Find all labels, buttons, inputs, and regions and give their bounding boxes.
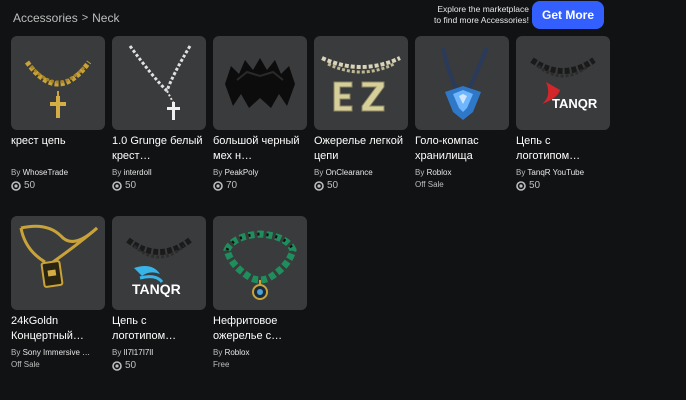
item-thumbnail[interactable]: TANQR [112, 216, 206, 310]
svg-text:TANQR: TANQR [552, 96, 598, 111]
item-creator: By interdoll [112, 167, 206, 178]
item-creator: By Roblox [213, 347, 307, 358]
item-card[interactable]: Нефритовое ожерелье с… By Roblox Free [213, 216, 307, 396]
item-thumbnail[interactable] [314, 36, 408, 130]
item-creator: By PeakPoly [213, 167, 307, 178]
item-price: 50 [314, 179, 408, 192]
price-value: 50 [24, 180, 36, 191]
by-label: By [213, 168, 223, 177]
item-card[interactable]: 1.0 Grunge белый крест… By interdoll 50 [112, 36, 206, 216]
item-name[interactable]: Ожерелье легкой цепи [314, 134, 408, 164]
item-name[interactable]: Цепь с логотипом… [112, 314, 206, 344]
item-card[interactable]: Ожерелье легкой цепи By OnClearance 50 [314, 36, 408, 216]
marketplace-promo-text: Explore the marketplace to find more Acc… [389, 4, 529, 26]
item-price: 50 [112, 179, 206, 192]
by-label: By [112, 168, 122, 177]
robux-icon [112, 180, 122, 191]
promo-line-1: Explore the marketplace [437, 4, 529, 14]
black-fur-collar-icon [225, 58, 295, 108]
item-card[interactable]: TANQR Цепь с логотипом… By lI7l17I7lI 50 [112, 216, 206, 396]
item-creator: By OnClearance [314, 167, 408, 178]
ez-chain-icon [321, 56, 401, 112]
silver-cross-chain-icon [128, 45, 192, 120]
creator-name[interactable]: Roblox [427, 168, 452, 177]
by-label: By [112, 348, 122, 357]
price-value: 50 [125, 180, 137, 191]
promo-line-2: to find more Accessories! [434, 15, 529, 25]
creator-name[interactable]: Roblox [225, 348, 250, 357]
item-price: 50 [516, 179, 610, 192]
price-value: 50 [327, 180, 339, 191]
item-creator: By Roblox [415, 167, 509, 178]
item-name[interactable]: Голо-компас хранилища [415, 134, 509, 164]
breadcrumb-accessories[interactable]: Accessories [13, 11, 78, 25]
item-price: 50 [112, 359, 206, 372]
gold-cross-chain-icon [24, 60, 92, 118]
free-label: Free [213, 360, 230, 369]
item-price: 70 [213, 179, 307, 192]
price-value: 50 [529, 180, 541, 191]
creator-name[interactable]: TanqR YouTube [527, 168, 584, 177]
item-card[interactable]: Голо-компас хранилища By Roblox Off Sale [415, 36, 509, 216]
robux-icon [112, 360, 122, 371]
holo-compass-icon [441, 47, 489, 120]
breadcrumb-neck: Neck [92, 11, 120, 25]
creator-name[interactable]: lI7l17I7lI [124, 348, 154, 357]
off-sale-label: Off Sale [11, 360, 40, 369]
item-thumbnail[interactable] [415, 36, 509, 130]
item-thumbnail[interactable]: TANQR [516, 36, 610, 130]
item-name[interactable]: крест цепь [11, 134, 105, 164]
item-name[interactable]: 1.0 Grunge белый крест… [112, 134, 206, 164]
item-price: 50 [11, 179, 105, 192]
item-creator: By Sony Immersive … [11, 347, 105, 358]
robux-icon [213, 180, 223, 191]
item-thumbnail[interactable] [11, 216, 105, 310]
by-label: By [11, 348, 21, 357]
item-thumbnail[interactable] [213, 216, 307, 310]
item-card[interactable]: большой черный мех н… By PeakPoly 70 [213, 36, 307, 216]
accessory-grid: крест цепь By WhoseTrade 50 1.0 Grunge б… [11, 36, 610, 396]
robux-icon [314, 180, 324, 191]
top-bar: Accessories > Neck Explore the marketpla… [0, 0, 686, 34]
off-sale-label: Off Sale [415, 180, 444, 189]
by-label: By [11, 168, 21, 177]
item-creator: By TanqR YouTube [516, 167, 610, 178]
breadcrumb: Accessories > Neck [13, 11, 119, 25]
creator-name[interactable]: OnClearance [326, 168, 373, 177]
creator-name[interactable]: Sony Immersive … [23, 348, 91, 357]
creator-name[interactable]: WhoseTrade [23, 168, 69, 177]
by-label: By [415, 168, 425, 177]
price-value: 50 [125, 360, 137, 371]
item-name[interactable]: 24kGoldn Концертный… [11, 314, 105, 344]
item-card[interactable]: TANQR Цепь с логотипом… By TanqR YouTube… [516, 36, 610, 216]
by-label: By [213, 348, 223, 357]
item-name[interactable]: большой черный мех н… [213, 134, 307, 164]
gold-pendant-chain-icon [19, 224, 99, 288]
by-label: By [314, 168, 324, 177]
chevron-right-icon: > [81, 12, 89, 24]
item-thumbnail[interactable] [213, 36, 307, 130]
price-value: 70 [226, 180, 238, 191]
item-creator: By lI7l17I7lI [112, 347, 206, 358]
jade-necklace-icon [223, 230, 297, 300]
tanqr-blue-chain-icon: TANQR [126, 237, 192, 297]
robux-icon [516, 180, 526, 191]
by-label: By [516, 168, 526, 177]
creator-name[interactable]: PeakPoly [225, 168, 259, 177]
item-creator: By WhoseTrade [11, 167, 105, 178]
item-thumbnail[interactable] [112, 36, 206, 130]
item-thumbnail[interactable] [11, 36, 105, 130]
item-name[interactable]: Нефритовое ожерелье с… [213, 314, 307, 344]
creator-name[interactable]: interdoll [124, 168, 152, 177]
item-name[interactable]: Цепь с логотипом… [516, 134, 610, 164]
svg-text:TANQR: TANQR [132, 281, 181, 297]
item-card[interactable]: 24kGoldn Концертный… By Sony Immersive …… [11, 216, 105, 396]
get-more-button[interactable]: Get More [532, 1, 604, 29]
robux-icon [11, 180, 21, 191]
tanqr-red-chain-icon: TANQR [530, 57, 598, 111]
item-card[interactable]: крест цепь By WhoseTrade 50 [11, 36, 105, 216]
